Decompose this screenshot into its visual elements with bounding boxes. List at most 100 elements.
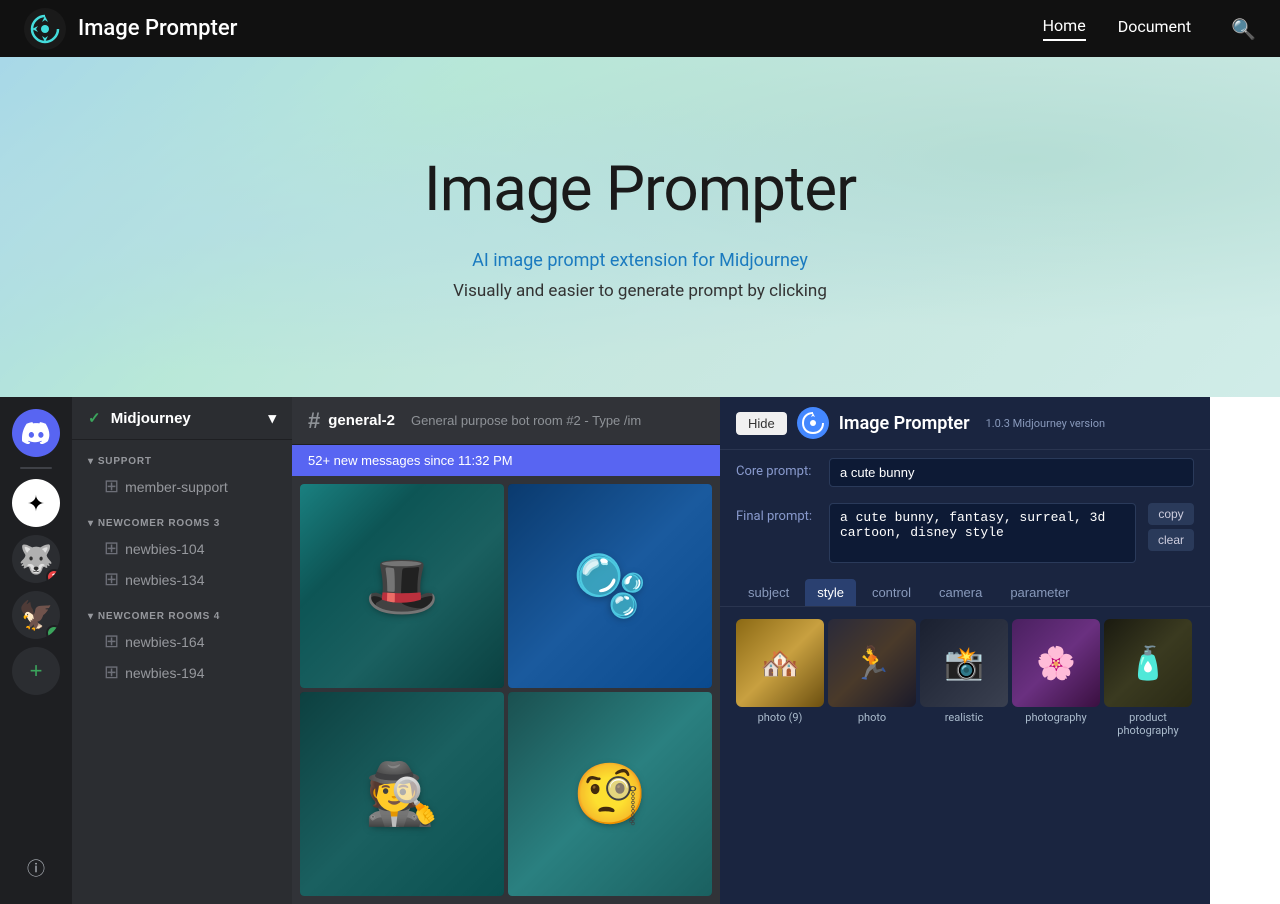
prompter-version: 1.0.3 Midjourney version: [986, 417, 1106, 430]
channel-newbies-104[interactable]: ⊞ newbies-104: [80, 534, 284, 563]
style-item-product-photography[interactable]: 🧴 product photography: [1104, 619, 1192, 737]
style-item-realistic[interactable]: 📸 realistic: [920, 619, 1008, 737]
nav-home[interactable]: Home: [1043, 16, 1086, 41]
hash-icon: ⊞: [104, 476, 119, 497]
tab-control[interactable]: control: [860, 579, 923, 606]
chat-images: 🎩 🫧 🕵️: [292, 476, 720, 904]
channel-name: newbies-104: [125, 541, 204, 557]
style-label-photography: photography: [1025, 711, 1086, 724]
category-arrow: ▾: [88, 518, 94, 529]
discord-home-icon[interactable]: [12, 409, 60, 457]
final-prompt-box: [829, 503, 1136, 567]
brand-icon: [24, 8, 66, 50]
chat-image-4: 🧐: [508, 692, 712, 896]
nav-links: Home Document 🔍: [1043, 16, 1256, 41]
final-prompt-label: Final prompt:: [736, 503, 821, 524]
chat-header: # general-2 General purpose bot room #2 …: [292, 397, 720, 445]
style-img-photo: 🏃: [828, 619, 916, 707]
hash-icon: ⊞: [104, 662, 119, 683]
category-support: ▾ SUPPORT: [72, 440, 292, 471]
style-label-photo9: photo (9): [758, 711, 803, 724]
midjourney-server-icon[interactable]: ✦: [12, 479, 60, 527]
channel-name: newbies-164: [125, 634, 204, 650]
prompter-tabs: subject style control camera parameter: [720, 575, 1210, 607]
channel-list: ✓ Midjourney ▾ ▾ SUPPORT ⊞ member-suppor…: [72, 397, 292, 904]
tab-parameter[interactable]: parameter: [998, 579, 1081, 606]
prompter-header: Hide Image Prompter 1.0.3 Midjourney ver…: [720, 397, 1210, 450]
tab-style[interactable]: style: [805, 579, 856, 606]
category-newcomer4: ▾ NEWCOMER ROOMS 4: [72, 595, 292, 626]
server-name: Midjourney: [111, 410, 191, 427]
chat-image-2: 🫧: [508, 484, 712, 688]
final-prompt-textarea[interactable]: [829, 503, 1136, 563]
server-header[interactable]: ✓ Midjourney ▾: [72, 397, 292, 440]
channel-name: member-support: [125, 479, 228, 495]
core-prompt-input[interactable]: [829, 458, 1194, 487]
style-grid: 🏘️ photo (9) 🏃 photo 📸 realistic 🌸: [720, 607, 1210, 749]
nav-document[interactable]: Document: [1118, 17, 1191, 40]
hero-section: Image Prompter AI image prompt extension…: [0, 57, 1280, 397]
navbar: Image Prompter Home Document 🔍: [0, 0, 1280, 57]
style-img-product: 🧴: [1104, 619, 1192, 707]
server-sidebar: ✦ 🐺 1 🦅 ✓ + ⓘ: [0, 397, 72, 904]
hero-subtitle[interactable]: AI image prompt extension for Midjourney: [472, 250, 808, 271]
channel-header-desc: General purpose bot room #2 - Type /im: [411, 413, 641, 428]
channel-newbies-134[interactable]: ⊞ newbies-134: [80, 565, 284, 594]
category-newcomer3: ▾ NEWCOMER ROOMS 3: [72, 502, 292, 533]
clear-button[interactable]: clear: [1148, 529, 1194, 551]
svg-text:✦: ✦: [27, 491, 45, 516]
core-prompt-label: Core prompt:: [736, 458, 821, 479]
prompter-logo-icon: [797, 407, 829, 439]
channel-hash-icon: #: [308, 408, 320, 434]
style-label-product-photography: product photography: [1104, 711, 1192, 737]
info-icon[interactable]: ⓘ: [12, 844, 60, 892]
style-label-photo: photo: [858, 711, 886, 724]
style-item-photo9[interactable]: 🏘️ photo (9): [736, 619, 824, 737]
category-arrow: ▾: [88, 456, 94, 467]
server-icon-bird[interactable]: 🦅 ✓: [12, 591, 60, 639]
notification-badge-green: ✓: [46, 625, 60, 639]
notification-badge: 1: [46, 569, 60, 583]
channel-name: newbies-194: [125, 665, 204, 681]
check-icon: ✓: [88, 410, 101, 427]
discord-panel: ✦ 🐺 1 🦅 ✓ + ⓘ ✓ Midjourney ▾: [0, 397, 720, 904]
style-img-photo9: 🏘️: [736, 619, 824, 707]
style-img-realistic: 📸: [920, 619, 1008, 707]
hero-title: Image Prompter: [424, 153, 856, 226]
core-prompt-row: Core prompt:: [720, 450, 1210, 495]
chat-image-1: 🎩: [300, 484, 504, 688]
chat-image-3: 🕵️: [300, 692, 504, 896]
tab-subject[interactable]: subject: [736, 579, 801, 606]
hide-button[interactable]: Hide: [736, 412, 787, 435]
style-item-photography[interactable]: 🌸 photography: [1012, 619, 1100, 737]
prompter-panel: Hide Image Prompter 1.0.3 Midjourney ver…: [720, 397, 1210, 904]
tab-camera[interactable]: camera: [927, 579, 994, 606]
style-item-photo[interactable]: 🏃 photo: [828, 619, 916, 737]
prompter-title: Image Prompter: [839, 413, 970, 434]
brand: Image Prompter: [24, 8, 1043, 50]
hero-description: Visually and easier to generate prompt b…: [453, 281, 827, 301]
category-arrow: ▾: [88, 611, 94, 622]
channel-newbies-164[interactable]: ⊞ newbies-164: [80, 627, 284, 656]
copy-button[interactable]: copy: [1148, 503, 1194, 525]
chevron-down-icon: ▾: [268, 409, 276, 427]
style-img-photography: 🌸: [1012, 619, 1100, 707]
add-server-button[interactable]: +: [12, 647, 60, 695]
prompter-header-left: Hide Image Prompter 1.0.3 Midjourney ver…: [736, 407, 1105, 439]
final-prompt-row: Final prompt: copy clear: [720, 495, 1210, 575]
server-divider: [20, 467, 52, 469]
channel-header-name: general-2: [328, 412, 395, 429]
hash-icon: ⊞: [104, 631, 119, 652]
server-icon-wolf[interactable]: 🐺 1: [12, 535, 60, 583]
channel-member-support[interactable]: ⊞ member-support: [80, 472, 284, 501]
brand-name: Image Prompter: [78, 16, 237, 41]
hash-icon: ⊞: [104, 538, 119, 559]
hash-icon: ⊞: [104, 569, 119, 590]
channel-name: newbies-134: [125, 572, 204, 588]
new-messages-bar[interactable]: 52+ new messages since 11:32 PM: [292, 445, 720, 476]
chat-area: # general-2 General purpose bot room #2 …: [292, 397, 720, 904]
channel-newbies-194[interactable]: ⊞ newbies-194: [80, 658, 284, 687]
style-label-realistic: realistic: [945, 711, 984, 724]
final-prompt-actions: copy clear: [1148, 503, 1194, 551]
search-icon[interactable]: 🔍: [1231, 17, 1256, 41]
